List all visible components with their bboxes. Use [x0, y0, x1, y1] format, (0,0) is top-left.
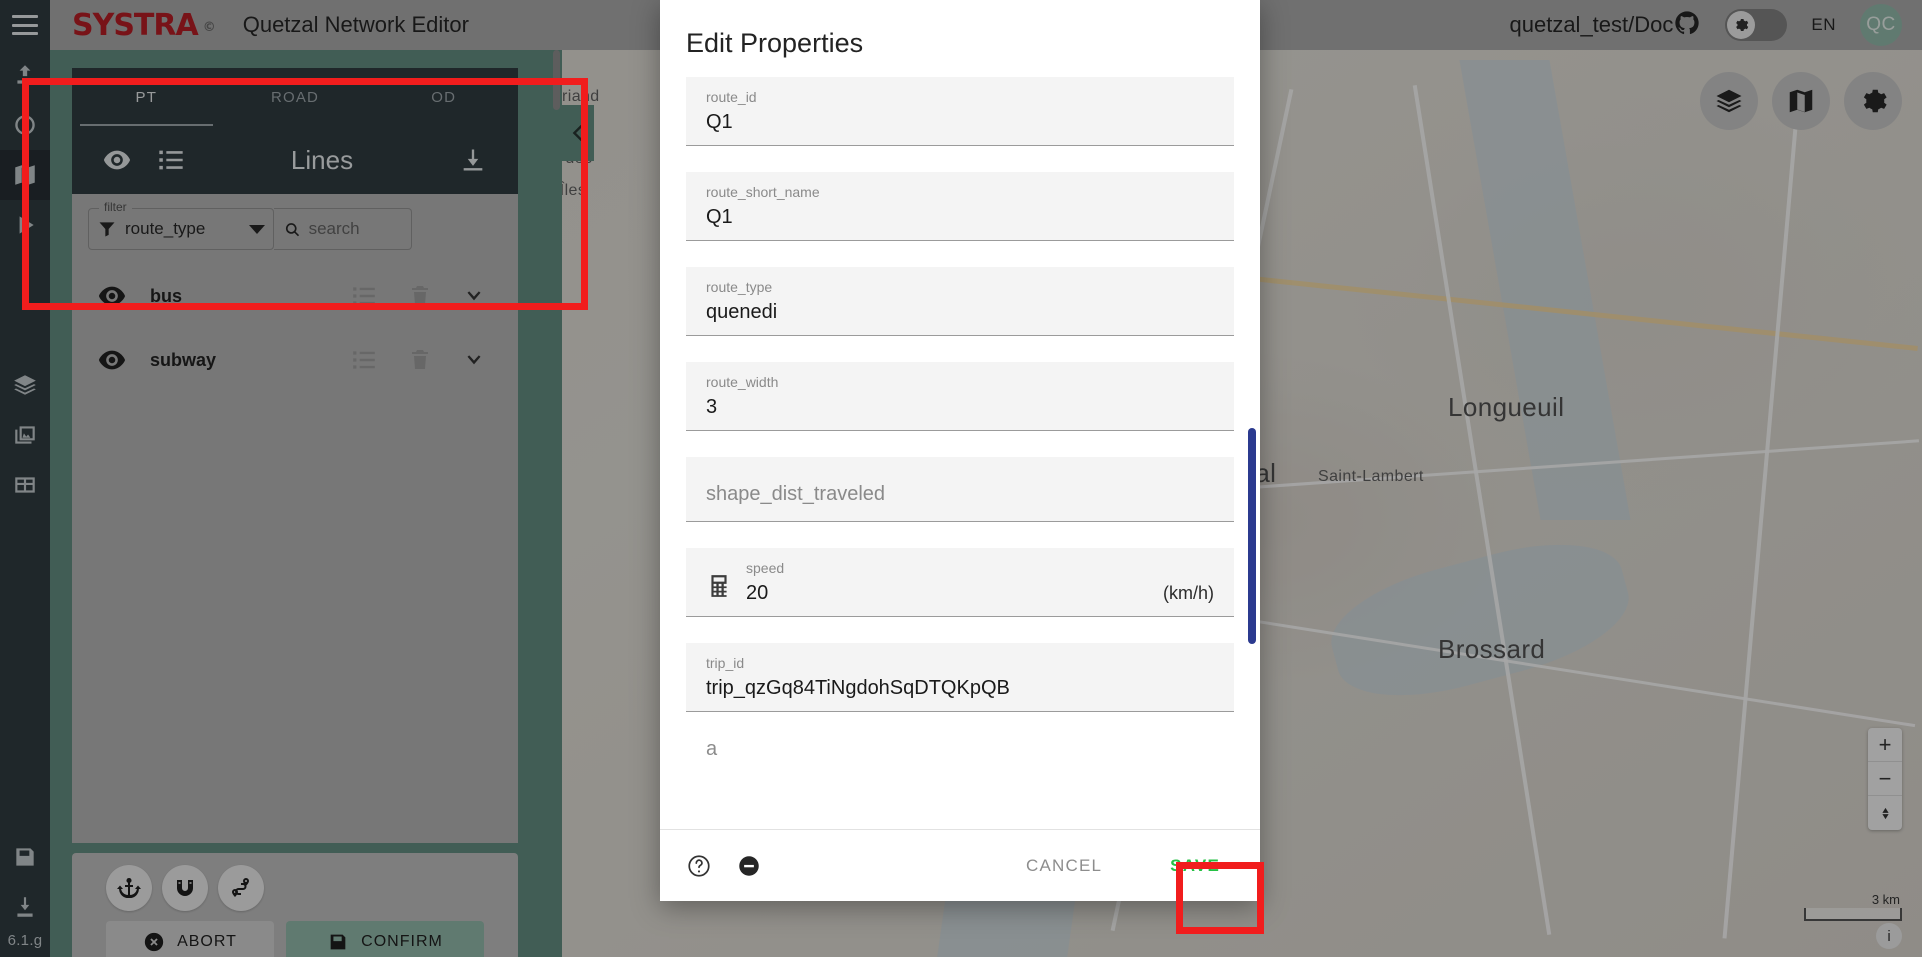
property-field-value[interactable]: Q1 — [706, 204, 1214, 230]
property-fields: route_id Q1 route_short_name Q1 route_typequ… — [686, 77, 1234, 712]
property-field-unit: (km/h) — [1163, 583, 1214, 603]
property-field-value[interactable]: trip_qzGq84TiNgdohSqDTQKpQB — [706, 675, 1214, 701]
property-field-value[interactable]: 20 — [746, 580, 1149, 606]
edit-properties-dialog: Edit Properties route_id Q1 route_short_na… — [660, 0, 1260, 901]
property-field-content: shape_dist_traveled — [706, 469, 1214, 511]
calculator-icon — [711, 575, 727, 597]
app-root: BoisbriandRivière desMille ÎlesMONTREAL-… — [0, 0, 1922, 957]
property-field-content: trip_id trip_qzGq84TiNgdohSqDTQKpQB — [706, 655, 1214, 701]
help-button[interactable] — [686, 853, 712, 879]
property-field-label: route_type — [706, 279, 773, 295]
property-field-label: trip_id — [706, 655, 745, 671]
property-field[interactable]: route_typequenedi — [686, 267, 1234, 336]
help-circle-icon — [688, 854, 710, 877]
cancel-button[interactable]: CANCEL — [1012, 846, 1116, 886]
property-field-value[interactable]: 3 — [706, 394, 1214, 420]
property-field-content: route_typequenedi — [706, 279, 1214, 325]
property-field-content: route_id Q1 — [706, 89, 1214, 135]
save-button[interactable]: SAVE — [1156, 846, 1234, 886]
property-field-label: speed — [746, 560, 785, 576]
property-field-value[interactable]: Q1 — [706, 109, 1214, 135]
property-field-value[interactable]: quenedi — [706, 299, 1214, 325]
property-field-label: route_id — [706, 89, 757, 105]
property-field[interactable]: route_width 3 — [686, 362, 1234, 431]
property-field-label: route_width — [706, 374, 779, 390]
minus-circle-icon — [739, 855, 759, 876]
partial-field-text: a — [706, 738, 718, 760]
dialog-footer: CANCEL SAVE — [660, 829, 1260, 901]
property-field[interactable]: trip_id trip_qzGq84TiNgdohSqDTQKpQB — [686, 643, 1234, 712]
property-field-content: route_short_name Q1 — [706, 184, 1214, 230]
dialog-scrollbar[interactable] — [1248, 428, 1256, 644]
remove-property-button[interactable] — [736, 853, 762, 879]
property-field[interactable]: shape_dist_traveled — [686, 457, 1234, 522]
dialog-title: Edit Properties — [686, 28, 864, 58]
property-field-placeholder: shape_dist_traveled — [706, 483, 886, 505]
dialog-body: route_id Q1 route_short_name Q1 route_typequ… — [660, 77, 1260, 829]
calculator-icon — [706, 573, 732, 606]
property-field-content: route_width 3 — [706, 374, 1214, 420]
property-field-label: route_short_name — [706, 184, 820, 200]
property-field[interactable]: speed 20 (km/h) — [686, 548, 1234, 617]
property-field[interactable]: route_id Q1 — [686, 77, 1234, 146]
property-field[interactable]: route_short_name Q1 — [686, 172, 1234, 241]
property-field-content: speed 20 — [746, 560, 1149, 606]
